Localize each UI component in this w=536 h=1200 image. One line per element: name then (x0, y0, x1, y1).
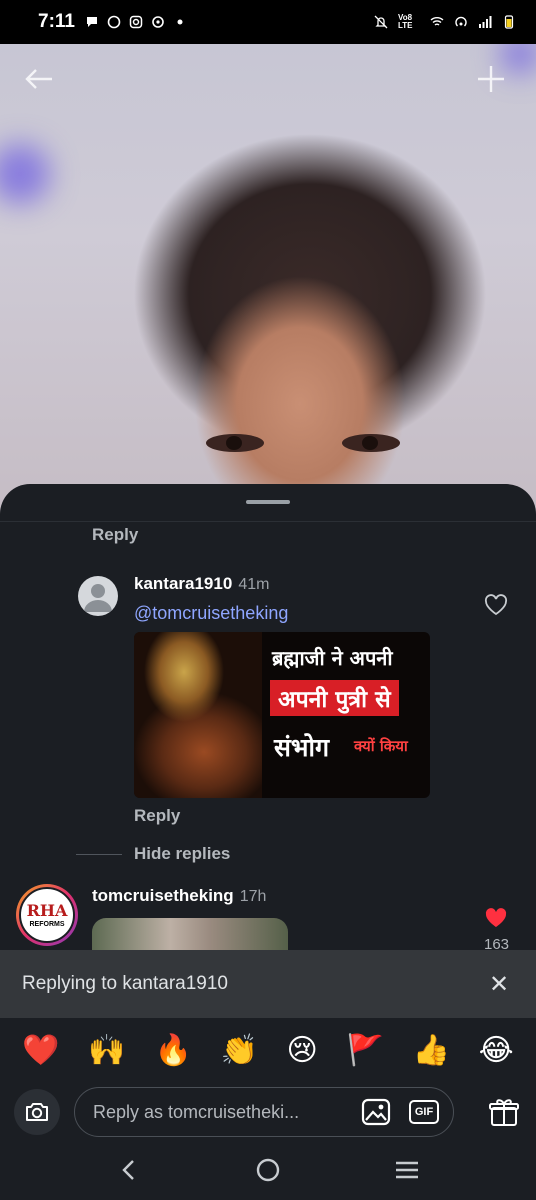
status-bar: 7:11 Vo8 LTE (0, 0, 536, 44)
dot-icon (177, 19, 183, 25)
emoji-heart[interactable]: ❤️ (22, 1036, 59, 1066)
reply-input[interactable]: Reply as tomcruisetheki... GIF (74, 1087, 454, 1137)
emoji-thumbs-up[interactable]: 👍 (413, 1036, 450, 1066)
emoji-clap[interactable]: 👏 (220, 1036, 257, 1066)
reply-composer: Reply as tomcruisetheki... GIF (0, 1084, 536, 1140)
comment-username[interactable]: kantara1910 41m (134, 574, 269, 594)
hide-replies-line (76, 854, 122, 855)
battery-icon (504, 15, 514, 29)
image-icon (361, 1098, 391, 1126)
story-video-background[interactable] (0, 34, 536, 538)
image-caption-line3: संभोग (274, 733, 330, 762)
default-avatar-icon (84, 584, 112, 612)
mention-link[interactable]: @tomcruisetheking (134, 603, 288, 624)
reply-button[interactable]: Reply (134, 806, 180, 826)
decor-eye-right (342, 434, 400, 452)
hide-replies-button[interactable]: Hide replies (134, 844, 230, 864)
image-caption-line4: क्यों किया (354, 737, 408, 755)
reply-button[interactable]: Reply (92, 525, 138, 545)
recents-icon[interactable] (387, 1150, 427, 1190)
gif-button[interactable]: GIF (407, 1097, 441, 1127)
system-navigation-bar (0, 1140, 536, 1200)
wifi-icon (430, 17, 444, 26)
chat-bubble-icon (86, 17, 97, 27)
image-caption-line1: ब्रह्माजी ने अपनी (272, 646, 393, 670)
image-artwork (134, 632, 262, 798)
decor-eye-left (206, 434, 264, 452)
back-icon[interactable] (109, 1150, 149, 1190)
camera-button[interactable] (14, 1089, 60, 1135)
avatar[interactable] (78, 576, 118, 616)
heart-filled-icon[interactable] (484, 907, 508, 929)
username-text[interactable]: tomcruisetheking (92, 886, 234, 905)
emoji-fire[interactable]: 🔥 (154, 1036, 191, 1066)
avatar-logo-text: RHA (26, 900, 68, 920)
arrow-left-icon[interactable] (22, 62, 56, 102)
avatar[interactable]: RHA REFORMS (16, 884, 78, 946)
emoji-laughing[interactable]: 😂 (479, 1036, 514, 1066)
sheet-divider (0, 521, 536, 522)
emoji-red-flag[interactable]: 🚩 (347, 1036, 384, 1066)
notification-icons (85, 15, 187, 29)
comment-username[interactable]: tomcruisetheking 17h (92, 886, 266, 906)
plus-icon[interactable] (474, 62, 508, 102)
emoji-crying[interactable]: 😢 (287, 1036, 318, 1066)
status-time: 7:11 (38, 11, 75, 32)
emoji-quick-reactions: ❤️ 🙌 🔥 👏 😢 🚩 👍 😂 (0, 1018, 536, 1084)
emoji-raised-hands[interactable]: 🙌 (88, 1036, 125, 1066)
username-text[interactable]: kantara1910 (134, 574, 232, 593)
gift-button[interactable] (486, 1094, 522, 1130)
sheet-drag-handle[interactable] (246, 500, 290, 504)
mute-icon (374, 15, 388, 29)
heart-outline-icon[interactable] (484, 594, 508, 616)
reply-input-placeholder[interactable]: Reply as tomcruisetheki... (93, 1102, 345, 1123)
home-icon[interactable] (248, 1150, 288, 1190)
avatar-logo: RHA REFORMS (19, 887, 75, 943)
decor-glow (0, 144, 50, 204)
camera-icon (26, 1103, 48, 1121)
comments-sheet: Reply kantara1910 41m @tomcruisetheking ब… (0, 484, 536, 1200)
image-caption-line2: अपनी पुत्री से (270, 680, 399, 716)
replying-to-text: Replying to kantara1910 (22, 973, 228, 994)
system-icons: Vo8 LTE (374, 14, 516, 30)
comment-time: 41m (238, 576, 270, 593)
image-button[interactable] (359, 1097, 393, 1127)
whatsapp-icon (107, 15, 121, 29)
instagram-icon (129, 15, 143, 29)
signal-icon (479, 16, 492, 28)
close-icon[interactable]: ✕ (484, 970, 514, 999)
avatar-logo-subtext: REFORMS (29, 920, 65, 928)
comment-image[interactable]: ब्रह्माजी ने अपनी अपनी पुत्री से संभोग क… (134, 632, 430, 798)
hotspot-icon (455, 16, 467, 27)
gift-icon (489, 1099, 519, 1126)
replying-to-bar: Replying to kantara1910 ✕ (0, 950, 536, 1018)
volte-icon: Vo8 LTE (398, 13, 413, 30)
threads-icon (152, 16, 164, 28)
gif-icon: GIF (409, 1100, 439, 1124)
comment-time: 17h (239, 888, 267, 905)
